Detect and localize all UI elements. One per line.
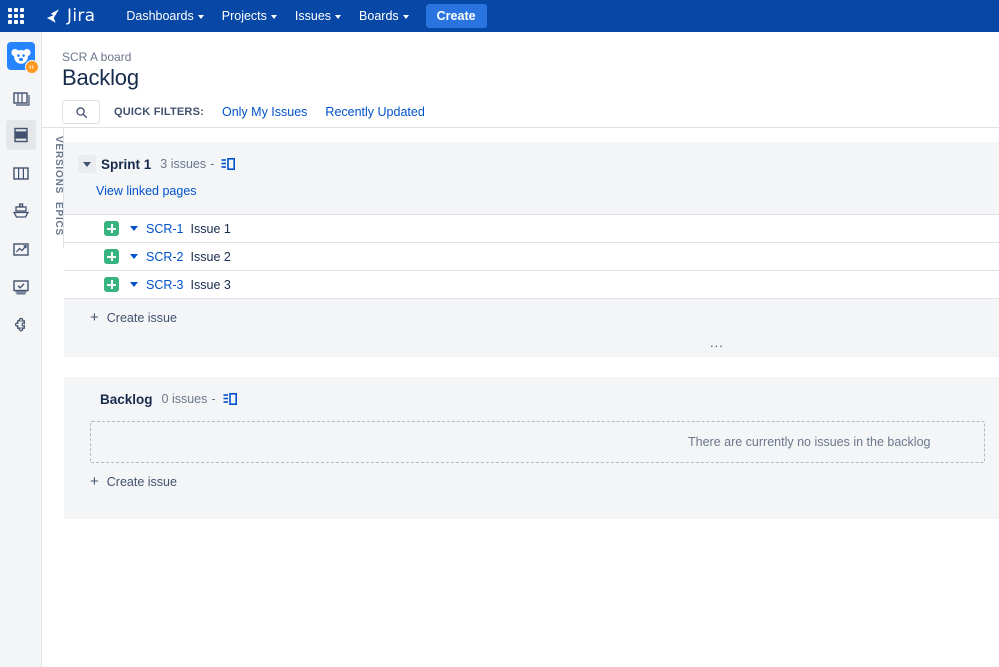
backlog-content: Sprint 1 3 issues - View linked pages SC…: [64, 128, 999, 667]
jira-mark-icon: [47, 9, 59, 23]
estimate-icon-glyph: [221, 157, 236, 170]
table-row[interactable]: SCR-2 Issue 2: [64, 243, 999, 271]
page-title: Backlog: [62, 65, 139, 90]
backlog-count-separator: -: [211, 392, 216, 406]
backlog-header: Backlog 0 issues -: [64, 377, 999, 407]
grid-apps-icon: [8, 8, 24, 24]
sprint-panel: Sprint 1 3 issues - View linked pages SC…: [64, 142, 999, 357]
table-row[interactable]: SCR-3 Issue 3: [64, 271, 999, 299]
sprint-create-issue-button[interactable]: + Create issue: [90, 310, 177, 325]
jira-home-logo[interactable]: Jira: [44, 6, 95, 26]
sidebar-item-addons[interactable]: [6, 310, 36, 340]
chevron-down-icon: [335, 14, 342, 19]
nav-label: Projects: [221, 9, 267, 23]
create-issue-label: Create issue: [106, 310, 177, 325]
chevron-down-icon: [130, 226, 138, 231]
sidebar-item-reports[interactable]: [6, 234, 36, 264]
issue-key[interactable]: SCR-3: [146, 278, 184, 292]
chevron-down-icon: [270, 14, 277, 19]
sprint-count-separator: -: [210, 157, 215, 171]
chevron-down-icon: [402, 14, 409, 19]
estimate-board-icon[interactable]: [221, 157, 236, 171]
search-button[interactable]: [62, 100, 100, 124]
breadcrumb[interactable]: SCR A board: [62, 50, 131, 64]
issue-summary: Issue 3: [190, 277, 231, 292]
plus-icon: +: [90, 473, 99, 490]
chevron-down-icon: [130, 254, 138, 259]
nav-label: Dashboards: [126, 9, 194, 23]
sprint-issue-list: SCR-1 Issue 1 SCR-2 Issue 2 SCR-3 Issue …: [64, 214, 999, 299]
nav-item-projects[interactable]: Projects: [213, 0, 286, 32]
issues-checklist-icon: [12, 280, 29, 295]
more-options-ellipsis-icon[interactable]: ...: [710, 336, 724, 349]
nav-item-issues[interactable]: Issues: [286, 0, 350, 32]
sprint-collapse-toggle[interactable]: [78, 155, 96, 173]
tab-epics[interactable]: EPICS: [42, 194, 64, 240]
backlog-name: Backlog: [100, 391, 153, 407]
page-header: SCR A board Backlog QUICK FILTERS: Only …: [42, 32, 999, 128]
releases-ship-icon: [12, 203, 29, 218]
sidebar-item-board[interactable]: [6, 158, 36, 188]
sidebar-item-releases[interactable]: [6, 196, 36, 226]
backlog-create-issue-button[interactable]: + Create issue: [90, 474, 177, 489]
issue-expand-toggle[interactable]: [127, 282, 141, 287]
backlog-empty-message: There are currently no issues in the bac…: [688, 435, 931, 449]
project-avatar[interactable]: ‹›: [6, 42, 39, 74]
quick-filter-bar: QUICK FILTERS: Only My Issues Recently U…: [62, 100, 425, 124]
sprint-name: Sprint 1: [101, 156, 152, 172]
board-columns-icon: [12, 167, 29, 180]
issue-key[interactable]: SCR-2: [146, 250, 184, 264]
top-navigation-bar: Jira Dashboards Projects Issues Boards C…: [0, 0, 999, 32]
quick-filters-label: QUICK FILTERS:: [114, 106, 204, 118]
chevron-down-icon: [130, 282, 138, 287]
task-type-icon[interactable]: [104, 221, 119, 236]
issue-key[interactable]: SCR-1: [146, 222, 184, 236]
app-switcher-button[interactable]: [0, 0, 32, 32]
reports-chart-icon: [12, 243, 29, 256]
nav-label: Issues: [294, 9, 332, 23]
search-icon: [75, 106, 87, 118]
issue-summary: Issue 1: [190, 221, 231, 236]
estimate-board-icon[interactable]: [223, 392, 237, 406]
backlog-issue-count: 0 issues: [161, 392, 208, 406]
backlog-stack-icon: [12, 92, 30, 106]
backlog-empty-dropzone[interactable]: There are currently no issues in the bac…: [90, 421, 985, 463]
create-issue-label: Create issue: [106, 474, 177, 489]
tab-versions[interactable]: VERSIONS: [42, 128, 64, 194]
issue-expand-toggle[interactable]: [127, 254, 141, 259]
sprint-issue-count: 3 issues: [160, 157, 207, 171]
sidebar-item-issues[interactable]: [6, 272, 36, 302]
plus-icon: +: [90, 309, 99, 326]
sidebar-item-backlog-stack[interactable]: [6, 82, 36, 112]
issue-summary: Issue 2: [190, 249, 231, 264]
side-tab-strip: VERSIONS EPICS: [42, 128, 64, 248]
view-linked-pages-link[interactable]: View linked pages: [96, 184, 197, 198]
jira-wordmark: Jira: [67, 6, 96, 26]
sprint-backlog-icon: [13, 127, 28, 143]
task-type-icon[interactable]: [104, 249, 119, 264]
quick-filter-recently-updated[interactable]: Recently Updated: [325, 105, 424, 119]
quick-filter-only-my-issues[interactable]: Only My Issues: [222, 105, 307, 119]
sidebar-item-backlog[interactable]: [5, 120, 36, 150]
nav-item-dashboards[interactable]: Dashboards: [117, 0, 212, 32]
project-icon-rail: ‹›: [0, 32, 42, 667]
addons-puzzle-icon: [14, 317, 25, 332]
estimate-icon-glyph: [223, 392, 237, 405]
avatar-code-badge: ‹›: [24, 60, 39, 74]
sprint-header: Sprint 1 3 issues -: [64, 142, 999, 173]
top-nav-menu: Dashboards Projects Issues Boards Create: [117, 0, 487, 32]
create-button[interactable]: Create: [425, 4, 487, 28]
nav-label: Boards: [359, 9, 399, 23]
chevron-down-icon: [197, 14, 204, 19]
backlog-panel: Backlog 0 issues - There are currently n…: [64, 377, 999, 519]
issue-expand-toggle[interactable]: [127, 226, 141, 231]
task-type-icon[interactable]: [104, 277, 119, 292]
table-row[interactable]: SCR-1 Issue 1: [64, 215, 999, 243]
chevron-down-icon: [83, 161, 91, 167]
nav-item-boards[interactable]: Boards: [350, 0, 418, 32]
